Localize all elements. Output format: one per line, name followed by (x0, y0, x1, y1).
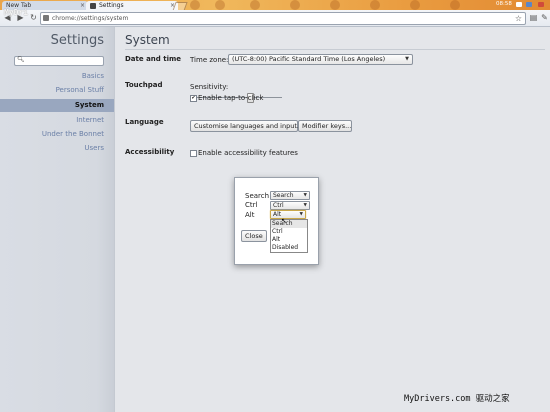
chevron-down-icon: ▼ (303, 193, 307, 198)
theme-decoration (370, 0, 380, 10)
alt-key-dropdown-list: Search Ctrl Alt Disabled (270, 219, 308, 253)
tap-to-click-checkbox[interactable]: ✔ (190, 95, 197, 102)
battery-icon (516, 2, 522, 7)
page-title: System (125, 33, 170, 47)
sidebar-title: Settings (50, 33, 104, 48)
section-heading-accessibility: Accessibility (125, 148, 175, 156)
select-value: Ctrl (273, 202, 284, 209)
url-text[interactable]: chrome://settings/system (52, 13, 128, 24)
sidebar-item-personal-stuff[interactable]: Personal Stuff (0, 85, 104, 96)
divider (125, 49, 545, 50)
sidebar-item-under-the-bonnet[interactable]: Under the Bonnet (0, 129, 104, 140)
browser-toolbar: ◀ ▶ ↻ chrome://settings/system ☆ ▤ ✎ (0, 10, 550, 27)
mouse-cursor-icon: ↖ (281, 217, 287, 225)
select-value: Search (273, 192, 294, 199)
wrench-menu-icon[interactable]: ✎ (540, 13, 549, 22)
theme-decoration (250, 0, 260, 10)
settings-favicon-icon (90, 2, 96, 9)
alt-key-label: Alt (245, 211, 255, 219)
theme-decoration (290, 0, 300, 10)
sidebar-item-system[interactable]: System (0, 99, 114, 112)
dropdown-option[interactable]: Search (271, 220, 307, 228)
theme-decoration (410, 0, 420, 10)
accessibility-checkbox[interactable] (190, 150, 197, 157)
chevron-down-icon: ▼ (303, 203, 307, 208)
close-icon[interactable]: × (80, 1, 85, 10)
minimize-icon[interactable] (526, 2, 532, 7)
dropdown-option[interactable]: Ctrl (271, 228, 307, 236)
sidebar-item-users[interactable]: Users (0, 143, 104, 154)
page-menu-icon[interactable]: ▤ (529, 13, 538, 22)
sidebar-item-internet[interactable]: Internet (0, 115, 104, 126)
section-heading-date-time: Date and time (125, 55, 182, 63)
clock: 08:58 (496, 1, 512, 7)
new-tab-button[interactable] (172, 2, 188, 10)
tap-to-click-label: Enable tap-to-click (198, 94, 264, 102)
search-key-label: Search (245, 192, 270, 200)
page-favicon-icon (43, 15, 49, 21)
sensitivity-label: Sensitivity: (190, 83, 229, 91)
settings-sidebar: Settings 🔍︎ Basics Personal Stuff System… (0, 27, 115, 412)
window-close-icon[interactable] (538, 2, 544, 7)
reload-icon[interactable]: ↻ (29, 13, 38, 22)
timezone-value: (UTC-8:00) Pacific Standard Time (Los An… (232, 55, 386, 63)
theme-decoration (215, 0, 225, 10)
modifier-keys-dialog: Search Ctrl Alt Search ▼ Ctrl ▼ Alt ▼ Se… (234, 177, 319, 265)
watermark: MyDri (4, 8, 29, 17)
section-heading-language: Language (125, 118, 164, 126)
theme-decoration (330, 0, 340, 10)
accessibility-label: Enable accessibility features (198, 149, 298, 157)
theme-decoration (450, 0, 460, 10)
chevron-down-icon: ▼ (299, 212, 303, 217)
settings-search-input[interactable]: 🔍︎ (14, 56, 104, 66)
chevron-down-icon: ▼ (405, 56, 409, 62)
search-key-select[interactable]: Search ▼ (270, 191, 310, 200)
dropdown-option[interactable]: Disabled (271, 244, 307, 252)
theme-decoration (190, 0, 200, 10)
watermark: MyDrivers.com 驱动之家 (404, 394, 510, 404)
sidebar-item-basics[interactable]: Basics (0, 71, 104, 82)
close-button[interactable]: Close (241, 230, 267, 242)
timezone-select[interactable]: (UTC-8:00) Pacific Standard Time (Los An… (228, 54, 413, 65)
modifier-keys-button[interactable]: Modifier keys... (298, 120, 352, 132)
bookmark-star-icon[interactable]: ☆ (515, 13, 522, 24)
customise-languages-button[interactable]: Customise languages and input... (190, 120, 303, 132)
ctrl-key-label: Ctrl (245, 201, 258, 209)
dropdown-option[interactable]: Alt (271, 236, 307, 244)
address-bar[interactable]: chrome://settings/system ☆ (40, 12, 526, 25)
select-value: Alt (273, 211, 282, 218)
tab-strip: New Tab × Settings × 08:58 (0, 0, 550, 10)
ctrl-key-select[interactable]: Ctrl ▼ (270, 201, 310, 210)
tab-label: Settings (99, 2, 124, 9)
timezone-label: Time zone: (190, 56, 229, 64)
tab-settings[interactable]: Settings × (86, 1, 178, 10)
alt-key-select[interactable]: Alt ▼ (270, 210, 306, 219)
search-icon: 🔍︎ (17, 56, 25, 63)
section-heading-touchpad: Touchpad (125, 81, 163, 89)
settings-main: System Date and time Time zone: (UTC-8:0… (115, 27, 550, 412)
